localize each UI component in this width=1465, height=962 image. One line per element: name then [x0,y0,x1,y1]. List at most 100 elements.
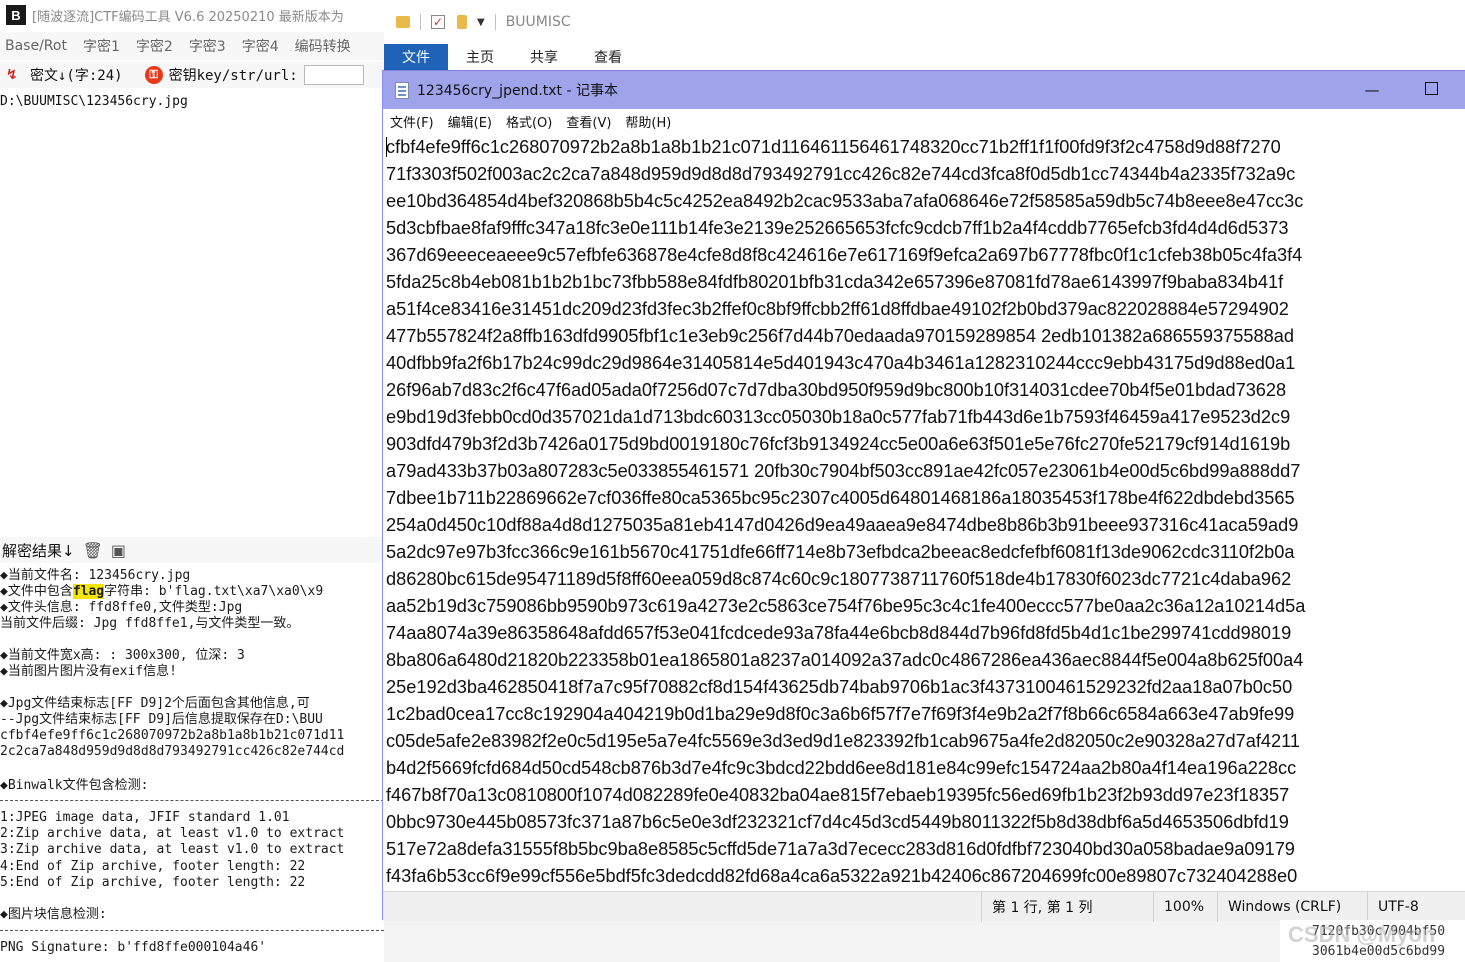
result-line: cfbf4efe9ff6c1c268070972b2a8b1a8b1b21c07… [0,728,345,743]
background-window-peek: 7120fb30c7904bf50 3061b4e00d5c6bd99 CSDN… [1280,920,1465,962]
text-line: 477b557824f2a8ffb163dfd9905fbf1c1e3eb9c2… [386,326,1294,346]
chevron-down-icon[interactable]: ▼ [477,17,485,28]
text-line: d86280bc615de95471189d5f8ff60eea059d8c87… [386,569,1292,589]
menu-view[interactable]: 查看(V) [566,112,611,131]
folder-icon [396,16,410,28]
text-line: cfbf4efe9ff6c1c268070972b2a8b1a8b1b21c07… [386,137,1281,157]
explorer-title: BUUMISC [505,14,571,30]
text-line: 40dfbb9fa2f6b17b24c99dc29d9864e31405814e… [386,353,1296,373]
text-line: 71f3303f502f003ac2c2ca7a848d959d9d8d8d79… [386,164,1296,184]
explorer-window: ✓ ▼ BUUMISC 文件 主页 共享 查看 [384,0,1465,70]
result-line: ◆文件头信息: ffd8ffe0,文件类型:Jpg [0,600,243,615]
result-line: 1:JPEG image data, JFIF standard 1.01 [0,810,290,825]
quick-access-toolbar: ✓ ▼ BUUMISC [384,8,571,36]
status-encoding: UTF-8 [1367,892,1419,922]
key-input[interactable] [303,65,364,85]
menu-edit[interactable]: 编辑(E) [448,112,492,131]
result-line: ◆图片块信息检测: [0,907,107,922]
status-position: 第 1 行, 第 1 列 [981,892,1093,922]
text-line: 367d69eeeceaeee9c57efbfe636878e4cfe8d8f8… [386,245,1303,265]
cipher-label: 密文↓(字:24) [30,68,123,84]
menu-zimi-2[interactable]: 字密2 [136,36,173,56]
text-line: 5fda25c8b4eb081b1b2b1bc73fbb588e84fdfb80… [386,272,1284,292]
tab-view[interactable]: 查看 [576,44,640,70]
menu-help[interactable]: 帮助(H) [625,112,671,131]
menu-zimi-1[interactable]: 字密1 [83,36,120,56]
text-line: 25e192d3ba462850418f7a7c95f70882cf8d154f… [386,677,1293,697]
text-line: b4d2f5669fcfd684d50cd548cb876b3d7e4fc9c3… [386,758,1297,778]
ctf-titlebar: B [随波逐流]CTF编码工具 V6.6 20250210 最新版本为 [0,0,384,30]
notepad-title: 123456cry_jpend.txt - 记事本 [417,83,618,99]
app-logo-icon: B [6,5,26,25]
cipher-toolbar: ↯ 密文↓(字:24) ⚿ 密钥key/str/url: [0,62,384,88]
result-textarea[interactable]: ◆当前文件名: 123456cry.jpg ◆文件中包含flag字符串: b'f… [0,566,384,962]
result-line: ◆当前图片图片没有exif信息! [0,664,177,679]
result-line: 5:End of Zip archive, footer length: 22 [0,875,306,890]
result-line: 2c2ca7a848d959d9d8d8d793492791cc426c82e7… [0,744,345,759]
text-caret [386,137,387,157]
text-line: 26f96ab7d83c2f6c47f6ad05ada0f7256d07c7d7… [386,380,1287,400]
text-line: 903dfd479b3f2d3b7426a0175d9bd0019180c76f… [386,434,1291,454]
cipher-text: D:\BUUMISC\123456cry.jpg [0,94,188,109]
tab-home[interactable]: 主页 [448,44,512,70]
text-line: 254a0d450c10df88a4d8d1275035a81eb4147d04… [386,515,1299,535]
copy-icon[interactable]: ▣ [111,541,126,560]
result-line: ◆Jpg文件结束标志[FF D9]2个后面包含其他信息,可 [0,696,310,711]
tab-share[interactable]: 共享 [512,44,576,70]
result-line: ◆文件中包含flag字符串: b'flag.txt\xa7\xa0\x9 [0,584,323,600]
text-line: c05de5afe2e83982f2e0c5d195e5a7e4fc5569e3… [386,731,1300,751]
menu-encoding-convert[interactable]: 编码转换 [295,36,351,56]
result-fragment: 字符串: b'flag.txt\xa7\xa0\x9 [104,584,324,599]
explorer-ribbon: 文件 主页 共享 查看 [384,42,1465,70]
result-line: ◆当前文件宽x高: : 300x300, 位深: 3 [0,648,245,663]
trash-icon[interactable]: 🗑 [83,541,103,560]
key-label: 密钥key/str/url: [168,68,298,84]
text-line: 8ba806a6480d21820b223358b01ea1865801a823… [386,650,1304,670]
text-line: e9bd19d3febb0cd0d357021da1d713bdc60313cc… [386,407,1291,427]
menu-format[interactable]: 格式(O) [506,112,552,131]
text-line: 517e72a8defa31555f8b5bc9ba8e8585c5cffd5d… [386,839,1295,859]
text-line: aa52b19d3c759086bb9590b973c619a4273e2c58… [386,596,1306,616]
cipher-arrow-icon[interactable]: ↯ [6,67,22,83]
notepad-icon [395,81,409,99]
notepad-text-area[interactable]: cfbf4efe9ff6c1c268070972b2a8b1a8b1b21c07… [383,133,1465,891]
ctf-menubar: Base/Rot 字密1 字密2 字密3 字密4 编码转换 [0,32,384,60]
status-zoom: 100% [1153,892,1204,922]
ctf-tool-window: B [随波逐流]CTF编码工具 V6.6 20250210 最新版本为 Base… [0,0,384,962]
divider [494,14,496,30]
notepad-window: 123456cry_jpend.txt - 记事本 — 文件(F) 编辑(E) … [382,70,1465,922]
result-fragment: ◆文件中包含 [0,584,73,599]
menu-file[interactable]: 文件(F) [390,112,434,131]
menu-zimi-3[interactable]: 字密3 [189,36,226,56]
result-line: 2:Zip archive data, at least v1.0 to ext… [0,826,345,841]
properties-icon[interactable]: ✓ [431,15,445,29]
notepad-statusbar: 第 1 行, 第 1 列 100% Windows (CRLF) UTF-8 [383,891,1465,922]
status-eol: Windows (CRLF) [1217,892,1341,922]
result-line: --Jpg文件结束标志[FF D9]后信息提取保存在D:\BUU [0,712,323,727]
notepad-titlebar: 123456cry_jpend.txt - 记事本 — [383,71,1465,109]
minimize-button[interactable]: — [1362,81,1382,99]
result-line: 3:Zip archive data, at least v1.0 to ext… [0,842,345,857]
result-line: 当前文件后缀: Jpg ffd8ffe1,与文件类型一致。 [0,616,300,631]
menu-base-rot[interactable]: Base/Rot [5,38,67,54]
cipher-textarea[interactable] [0,90,384,534]
flag-highlight: flag [72,584,105,599]
text-line: 5a2dc97e97b3fcc366c9e161b5670c41751dfe66… [386,542,1295,562]
maximize-button[interactable] [1425,82,1438,95]
result-label: 解密结果↓ [2,541,75,560]
tab-file[interactable]: 文件 [384,44,448,70]
menu-zimi-4[interactable]: 字密4 [242,36,279,56]
key-icon[interactable]: ⚿ [144,66,163,84]
result-separator [0,800,384,801]
ctf-window-title: [随波逐流]CTF编码工具 V6.6 20250210 最新版本为 [32,9,344,25]
result-header: 解密结果↓ 🗑 ▣ [0,537,384,563]
watermark: CSDN @Myon [1288,922,1436,947]
result-separator [0,930,384,931]
new-folder-icon[interactable] [457,15,467,29]
text-line: a79ad433b37b03a807283c5e033855461571 20f… [386,461,1301,481]
text-line: 74aa8074a39e86358648afdd657f53e041fcdced… [386,623,1292,643]
text-line: f467b8f70a13c0810800f1074d082289fe0e4083… [386,785,1290,805]
result-line: PNG Signature: b'ffd8ffe000104a46' [0,940,267,955]
text-line: 0bbc9730e445b08573fc371a87b6c5e0e3df2323… [386,812,1289,832]
text-line: 7dbee1b711b22869662e7cf036ffe80ca5365bc9… [386,488,1295,508]
